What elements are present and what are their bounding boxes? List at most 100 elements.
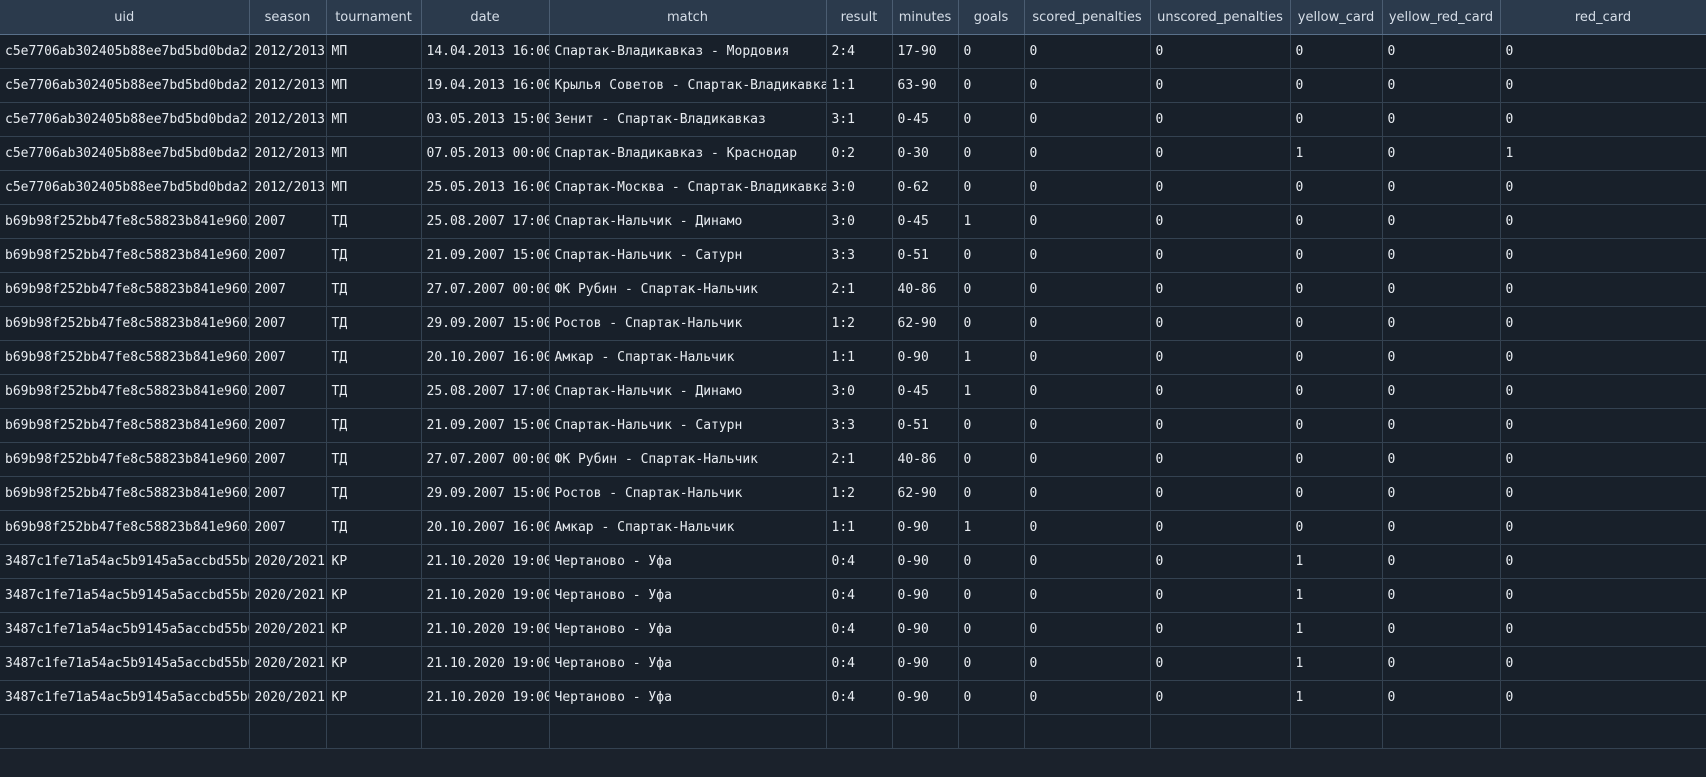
cell-yellow-red-card[interactable]: 0 [1382,476,1501,511]
cell-tournament[interactable]: КР [326,544,422,579]
cell-result[interactable]: 0:4 [826,612,893,647]
cell-result[interactable]: 3:1 [826,102,893,137]
cell-uid[interactable]: b69b98f252bb47fe8c58823b841e9603 [0,408,250,443]
cell-uid[interactable]: b69b98f252bb47fe8c58823b841e9603 [0,204,250,239]
column-header-result[interactable]: result [826,0,893,35]
cell-unscored-penalties[interactable]: 0 [1150,646,1291,681]
cell-minutes[interactable]: 0-51 [892,408,959,443]
cell-result[interactable]: 2:1 [826,272,893,307]
cell-result[interactable]: 0:4 [826,646,893,681]
cell-scored-penalties[interactable]: 0 [1024,340,1151,375]
cell-scored-penalties[interactable]: 0 [1024,34,1151,69]
cell-season[interactable]: 2012/2013 [249,102,327,137]
cell-unscored-penalties[interactable]: 0 [1150,544,1291,579]
cell-yellow-card[interactable]: 0 [1290,204,1383,239]
cell-unscored-penalties[interactable] [1150,714,1291,749]
cell-season[interactable]: 2012/2013 [249,170,327,205]
cell-uid[interactable]: 3487c1fe71a54ac5b9145a5accbd55b0 [0,646,250,681]
cell-tournament[interactable]: ТД [326,238,422,273]
cell-season[interactable]: 2012/2013 [249,136,327,171]
table-row[interactable]: c5e7706ab302405b88ee7bd5bd0bda2f 2012/201… [0,34,1706,69]
cell-red-card[interactable]: 0 [1500,578,1706,613]
cell-red-card[interactable]: 0 [1500,510,1706,545]
cell-season[interactable]: 2020/2021 [249,578,327,613]
cell-yellow-red-card[interactable]: 0 [1382,34,1501,69]
table-row[interactable]: b69b98f252bb47fe8c58823b841e9603 2007 ТД 25… [0,204,1706,239]
cell-scored-penalties[interactable]: 0 [1024,408,1151,443]
cell-red-card[interactable]: 0 [1500,34,1706,69]
cell-season[interactable]: 2007 [249,374,327,409]
cell-yellow-card[interactable]: 1 [1290,680,1383,715]
cell-yellow-card[interactable]: 0 [1290,238,1383,273]
cell-season[interactable]: 2012/2013 [249,68,327,103]
cell-yellow-red-card[interactable]: 0 [1382,612,1501,647]
cell-unscored-penalties[interactable]: 0 [1150,68,1291,103]
cell-tournament[interactable]: МП [326,136,422,171]
cell-date[interactable]: 27.07.2007 00:00 [421,272,550,307]
cell-yellow-card[interactable] [1290,714,1383,749]
column-header-scored-penalties[interactable]: scored_penalties [1024,0,1151,35]
cell-scored-penalties[interactable]: 0 [1024,136,1151,171]
cell-season[interactable]: 2007 [249,442,327,477]
cell-date[interactable]: 25.08.2007 17:00 [421,374,550,409]
cell-scored-penalties[interactable]: 0 [1024,612,1151,647]
cell-yellow-red-card[interactable]: 0 [1382,408,1501,443]
cell-minutes[interactable]: 0-51 [892,238,959,273]
cell-red-card[interactable]: 0 [1500,408,1706,443]
cell-scored-penalties[interactable]: 0 [1024,238,1151,273]
cell-season[interactable]: 2007 [249,408,327,443]
cell-minutes[interactable] [892,714,959,749]
cell-minutes[interactable]: 0-90 [892,612,959,647]
cell-scored-penalties[interactable]: 0 [1024,476,1151,511]
column-header-date[interactable]: date [421,0,550,35]
cell-yellow-red-card[interactable]: 0 [1382,510,1501,545]
cell-tournament[interactable]: КР [326,680,422,715]
cell-scored-penalties[interactable]: 0 [1024,578,1151,613]
cell-unscored-penalties[interactable]: 0 [1150,612,1291,647]
cell-tournament[interactable]: ТД [326,408,422,443]
cell-uid[interactable]: c5e7706ab302405b88ee7bd5bd0bda2f [0,102,250,137]
cell-result[interactable]: 1:2 [826,306,893,341]
cell-yellow-card[interactable]: 0 [1290,306,1383,341]
cell-goals[interactable]: 0 [958,442,1025,477]
cell-unscored-penalties[interactable]: 0 [1150,272,1291,307]
column-header-unscored-penalties[interactable]: unscored_penalties [1150,0,1291,35]
cell-yellow-card[interactable]: 0 [1290,34,1383,69]
cell-date[interactable]: 21.10.2020 19:00 [421,680,550,715]
cell-goals[interactable]: 0 [958,102,1025,137]
cell-yellow-red-card[interactable]: 0 [1382,442,1501,477]
cell-match[interactable]: Чертаново - Уфа [549,680,827,715]
cell-uid[interactable]: 3487c1fe71a54ac5b9145a5accbd55b0 [0,680,250,715]
cell-date[interactable]: 25.08.2007 17:00 [421,204,550,239]
cell-scored-penalties[interactable]: 0 [1024,544,1151,579]
cell-minutes[interactable]: 0-45 [892,204,959,239]
cell-red-card[interactable]: 0 [1500,374,1706,409]
cell-goals[interactable]: 0 [958,68,1025,103]
cell-date[interactable]: 27.07.2007 00:00 [421,442,550,477]
cell-yellow-card[interactable]: 0 [1290,68,1383,103]
cell-minutes[interactable]: 62-90 [892,306,959,341]
cell-match[interactable]: Спартак-Владикавказ - Краснодар [549,136,827,171]
cell-minutes[interactable]: 0-62 [892,170,959,205]
cell-tournament[interactable]: КР [326,612,422,647]
cell-scored-penalties[interactable]: 0 [1024,170,1151,205]
cell-yellow-red-card[interactable]: 0 [1382,68,1501,103]
cell-match[interactable]: ФК Рубин - Спартак-Нальчик [549,272,827,307]
cell-minutes[interactable]: 62-90 [892,476,959,511]
cell-match[interactable]: Крылья Советов - Спартак-Владикавказ [549,68,827,103]
cell-uid[interactable]: b69b98f252bb47fe8c58823b841e9603 [0,510,250,545]
cell-minutes[interactable]: 0-45 [892,374,959,409]
table-row[interactable]: b69b98f252bb47fe8c58823b841e9603 2007 ТД 21… [0,238,1706,273]
cell-yellow-red-card[interactable]: 0 [1382,238,1501,273]
column-header-yellow-red-card[interactable]: yellow_red_card [1382,0,1501,35]
cell-date[interactable]: 29.09.2007 15:00 [421,476,550,511]
cell-unscored-penalties[interactable]: 0 [1150,680,1291,715]
cell-date[interactable]: 21.09.2007 15:00 [421,238,550,273]
table-row[interactable]: 3487c1fe71a54ac5b9145a5accbd55b0 2020/202… [0,544,1706,579]
cell-minutes[interactable]: 0-90 [892,578,959,613]
cell-unscored-penalties[interactable]: 0 [1150,204,1291,239]
cell-result[interactable]: 3:0 [826,374,893,409]
cell-red-card[interactable] [1500,714,1706,749]
cell-scored-penalties[interactable]: 0 [1024,102,1151,137]
cell-goals[interactable]: 0 [958,646,1025,681]
